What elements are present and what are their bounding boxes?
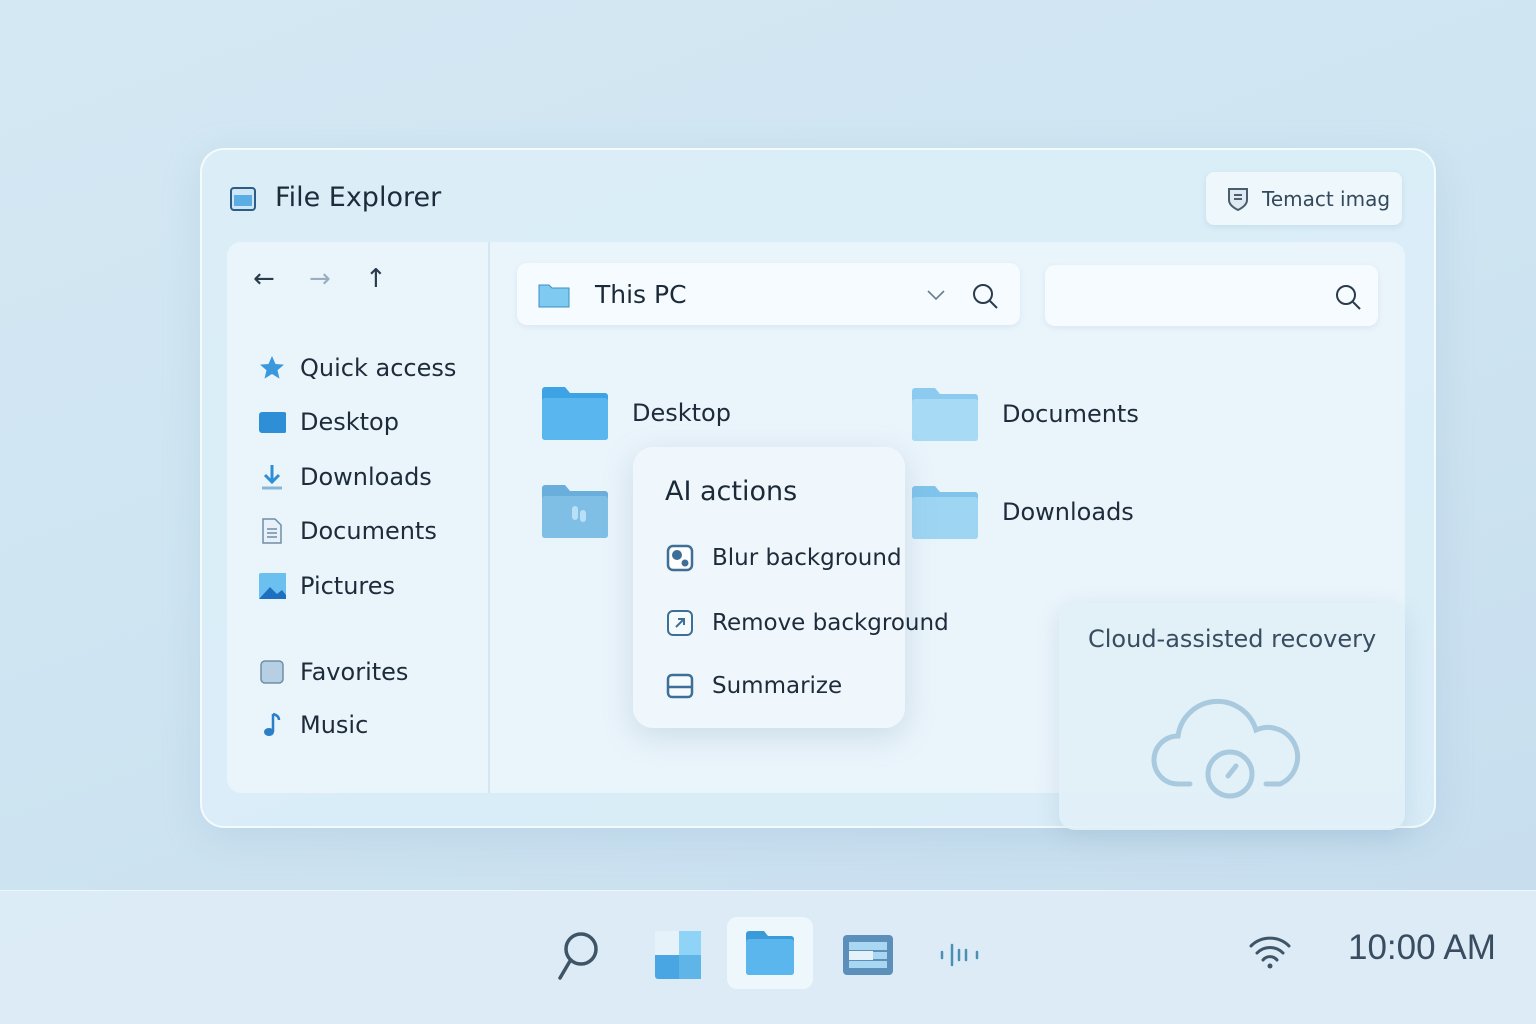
folder-icon <box>542 485 608 538</box>
forward-button[interactable]: → <box>309 264 331 294</box>
folder-unnamed[interactable] <box>542 484 632 538</box>
folder-documents[interactable]: Documents <box>912 387 1139 441</box>
remove-background-icon <box>667 610 693 636</box>
search-icon[interactable] <box>970 281 1000 311</box>
title-action-button[interactable]: Temact imag <box>1206 172 1402 225</box>
sidebar-item-quick-access[interactable]: Quick access <box>258 350 456 386</box>
sidebar-item-documents[interactable]: Documents <box>258 513 437 549</box>
folder-downloads[interactable]: Downloads <box>912 485 1134 539</box>
menu-item-label: Summarize <box>712 673 843 699</box>
menu-item-blur-background[interactable]: Blur background <box>666 544 902 572</box>
menu-item-label: Remove background <box>712 610 949 636</box>
taskbar-widgets-button[interactable] <box>643 920 713 990</box>
folder-label: Desktop <box>632 399 731 427</box>
taskbar-app-button[interactable] <box>833 920 903 990</box>
sidebar-item-pictures[interactable]: Pictures <box>258 568 395 604</box>
download-icon <box>258 463 286 491</box>
title-action-label: Temact imag <box>1262 186 1391 211</box>
folder-label: Downloads <box>1002 498 1134 526</box>
cloud-card-title: Cloud-assisted recovery <box>1088 625 1377 653</box>
menu-title: AI actions <box>665 476 798 507</box>
file-explorer-icon <box>230 187 256 211</box>
music-icon <box>258 711 286 739</box>
favorites-icon <box>258 658 286 686</box>
summarize-icon <box>666 673 694 699</box>
menu-item-summarize[interactable]: Summarize <box>666 672 842 700</box>
cloud-recovery-icon <box>1151 698 1301 799</box>
taskbar-clock[interactable]: 10:00 AM <box>1348 928 1496 968</box>
taskbar-search-button[interactable] <box>542 920 612 990</box>
sidebar-item-label: Pictures <box>300 572 396 600</box>
blur-icon <box>666 544 694 572</box>
folder-label: Documents <box>1002 400 1139 428</box>
desktop-folder-icon <box>258 408 286 436</box>
up-button[interactable]: ↑ <box>365 264 387 294</box>
wifi-icon[interactable] <box>1248 934 1292 970</box>
sidebar-item-favorites[interactable]: Favorites <box>258 654 408 690</box>
shield-icon <box>1228 187 1248 211</box>
search-icon[interactable] <box>1333 282 1363 312</box>
folder-icon <box>746 931 794 975</box>
sidebar-item-label: Downloads <box>300 463 432 491</box>
window-app-icon <box>843 935 893 975</box>
menu-item-label: Blur background <box>712 545 902 571</box>
taskbar-file-explorer-button[interactable] <box>727 917 813 989</box>
search-input[interactable] <box>1045 265 1378 326</box>
sidebar-item-label: Music <box>300 711 369 739</box>
folder-desktop[interactable]: Desktop <box>542 386 731 440</box>
audio-wave-icon <box>940 943 979 967</box>
pictures-icon <box>258 572 286 600</box>
taskbar-voice-button[interactable] <box>927 920 997 990</box>
search-icon <box>558 932 598 980</box>
menu-item-remove-background[interactable]: Remove background <box>666 609 949 637</box>
folder-icon <box>912 388 978 441</box>
document-icon <box>258 517 286 545</box>
sidebar-item-desktop[interactable]: Desktop <box>258 404 399 440</box>
window-title: File Explorer <box>275 182 442 213</box>
back-button[interactable]: ← <box>253 264 275 294</box>
address-location: This PC <box>595 280 687 309</box>
sidebar-item-downloads[interactable]: Downloads <box>258 459 432 495</box>
sidebar-item-label: Favorites <box>300 658 409 686</box>
folder-icon <box>538 284 570 308</box>
sidebar-item-label: Quick access <box>300 354 457 382</box>
sidebar-item-label: Desktop <box>300 408 399 436</box>
star-icon <box>258 354 286 382</box>
sidebar-divider <box>488 242 490 793</box>
folder-icon <box>542 387 608 440</box>
widgets-icon <box>655 931 701 979</box>
chevron-down-icon[interactable] <box>926 288 946 302</box>
sidebar-item-music[interactable]: Music <box>258 707 368 743</box>
folder-icon <box>912 486 978 539</box>
sidebar-item-label: Documents <box>300 517 437 545</box>
